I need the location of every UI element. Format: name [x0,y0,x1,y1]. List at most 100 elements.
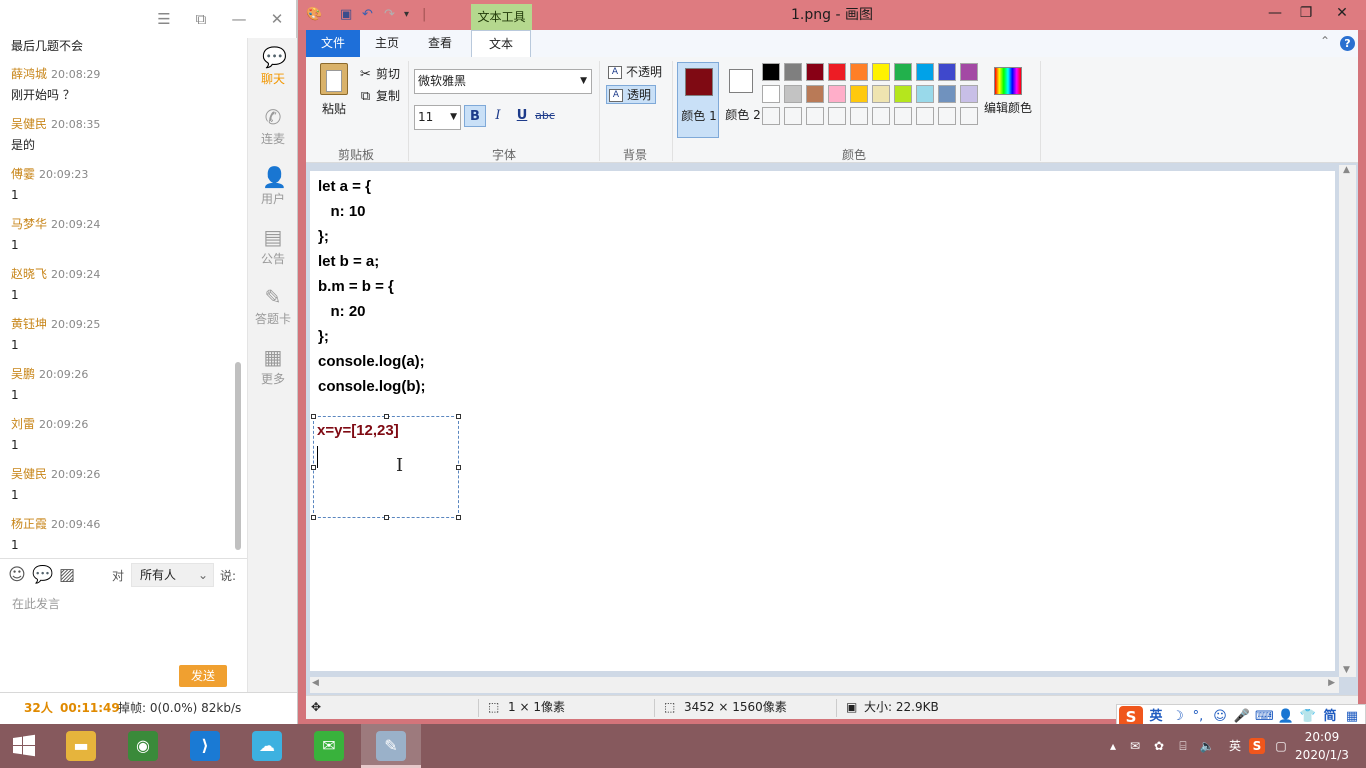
message-sender[interactable]: 吴健民 [11,117,47,131]
palette-swatch[interactable] [916,85,934,103]
message-sender[interactable]: 傅霎 [11,167,35,181]
resize-handle[interactable] [456,465,461,470]
tool-notice[interactable]: ▤ 公告 [248,220,298,276]
message-sender[interactable]: 薛鸿城 [11,67,47,81]
message-sender[interactable]: 刘雷 [11,417,35,431]
send-button[interactable]: 发送 [179,665,227,687]
custom-color-slot[interactable] [916,107,934,125]
palette-swatch[interactable] [938,63,956,81]
resize-handle[interactable] [456,414,461,419]
volume-icon[interactable]: 🔈 [1199,738,1215,754]
transparent-option[interactable]: A 透明 [606,85,657,104]
image-icon[interactable]: ▨ [57,565,77,585]
menu-icon[interactable]: ☰ [154,9,174,29]
tool-more[interactable]: ▦ 更多 [248,340,298,396]
custom-color-slot[interactable] [762,107,780,125]
chat-scrollbar-thumb[interactable] [235,362,241,550]
chevron-up-icon[interactable]: ▴ [1105,738,1121,754]
italic-button[interactable]: I [487,105,509,127]
close-icon[interactable]: ✕ [267,9,287,29]
tab-text[interactable]: 文本 [471,30,531,57]
palette-swatch[interactable] [960,63,978,81]
sogou-tray-icon[interactable]: S [1249,738,1265,754]
palette-swatch[interactable] [784,85,802,103]
scroll-left-icon[interactable]: ◀ [312,678,319,688]
restore-icon[interactable]: ⧉ [191,9,211,29]
palette-swatch[interactable] [938,85,956,103]
close-icon[interactable]: ✕ [1328,2,1356,24]
palette-swatch[interactable] [850,63,868,81]
scroll-right-icon[interactable]: ▶ [1328,678,1335,688]
flower-icon[interactable]: ✿ [1151,738,1167,754]
custom-color-slot[interactable] [938,107,956,125]
taskbar-app-vscode[interactable]: ⟩ [175,724,235,768]
resize-handle[interactable] [311,414,316,419]
network-icon[interactable]: ⌸ [1175,738,1191,754]
message-sender[interactable]: 黄钰坤 [11,317,47,331]
resize-handle[interactable] [311,465,316,470]
strikethrough-button[interactable]: abc [534,105,556,127]
edit-colors-button[interactable]: 编辑颜色 [982,67,1034,127]
wechat-tray-icon[interactable]: ✉ [1127,738,1143,754]
taskbar-app-wechat[interactable]: ✉ [299,724,359,768]
maximize-icon[interactable]: ❐ [1292,2,1320,24]
font-size-select[interactable]: 11 ▼ [414,105,461,130]
scroll-up-icon[interactable]: ▲ [1343,165,1350,175]
tray-language[interactable]: 英 [1227,738,1243,754]
help-icon[interactable]: ? [1340,36,1355,51]
quick-reply-icon[interactable]: 💬 [32,565,53,585]
custom-color-slot[interactable] [850,107,868,125]
tab-view[interactable]: 查看 [414,30,466,57]
palette-swatch[interactable] [872,85,890,103]
bold-button[interactable]: B [464,105,486,127]
resize-handle[interactable] [384,515,389,520]
minimize-icon[interactable]: — [229,9,249,29]
palette-swatch[interactable] [828,85,846,103]
text-box[interactable]: x=y=[12,23] [311,414,461,520]
palette-swatch[interactable] [872,63,890,81]
vertical-scrollbar[interactable]: ▲ ▼ [1339,165,1356,677]
palette-swatch[interactable] [806,63,824,81]
tool-answer-card[interactable]: ✎ 答题卡 [248,280,298,336]
font-family-select[interactable]: 微软雅黑 ▼ [414,69,592,94]
palette-swatch[interactable] [762,63,780,81]
resize-handle[interactable] [384,414,389,419]
tool-phone[interactable]: ✆ 连麦 [248,100,298,156]
palette-swatch[interactable] [828,63,846,81]
message-sender[interactable]: 吴健民 [11,467,47,481]
color2-button[interactable]: 颜色 2 [722,62,764,138]
taskbar-app-classroom[interactable]: ☁ [237,724,297,768]
resize-handle[interactable] [311,515,316,520]
image-canvas[interactable]: let a = { n: 10}; let b = a; b.m = b = { n… [310,171,1335,671]
start-button[interactable] [0,724,48,768]
palette-swatch[interactable] [960,85,978,103]
underline-button[interactable]: U [511,105,533,127]
scroll-down-icon[interactable]: ▼ [1343,665,1350,675]
horizontal-scrollbar[interactable]: ◀ ▶ [310,677,1339,693]
palette-swatch[interactable] [762,85,780,103]
minimize-icon[interactable]: — [1261,2,1289,24]
emoji-icon[interactable]: ☺ [7,565,27,585]
custom-color-slot[interactable] [960,107,978,125]
tab-file[interactable]: 文件 [306,30,360,57]
taskbar-app-chrome[interactable]: ◉ [113,724,173,768]
custom-color-slot[interactable] [806,107,824,125]
recipient-select[interactable]: 所有人 ⌄ [131,563,214,587]
taskbar-app-paint[interactable]: ✎ [361,724,421,768]
message-input[interactable]: 在此发言 [12,595,60,612]
palette-swatch[interactable] [894,85,912,103]
color1-button[interactable]: 颜色 1 [677,62,719,138]
palette-swatch[interactable] [784,63,802,81]
message-sender[interactable]: 马梦华 [11,217,47,231]
tab-home[interactable]: 主页 [362,30,412,57]
action-center-icon[interactable]: ▢ [1273,738,1289,754]
custom-color-slot[interactable] [894,107,912,125]
message-sender[interactable]: 杨正霞 [11,517,47,531]
opaque-option[interactable]: A 不透明 [606,63,666,82]
cut-button[interactable]: ✂ 剪切 [358,65,400,82]
resize-handle[interactable] [456,515,461,520]
palette-swatch[interactable] [916,63,934,81]
collapse-ribbon-icon[interactable]: ⌃ [1320,34,1330,48]
tool-chat-bubble[interactable]: 💬 聊天 [248,40,298,96]
custom-color-slot[interactable] [828,107,846,125]
